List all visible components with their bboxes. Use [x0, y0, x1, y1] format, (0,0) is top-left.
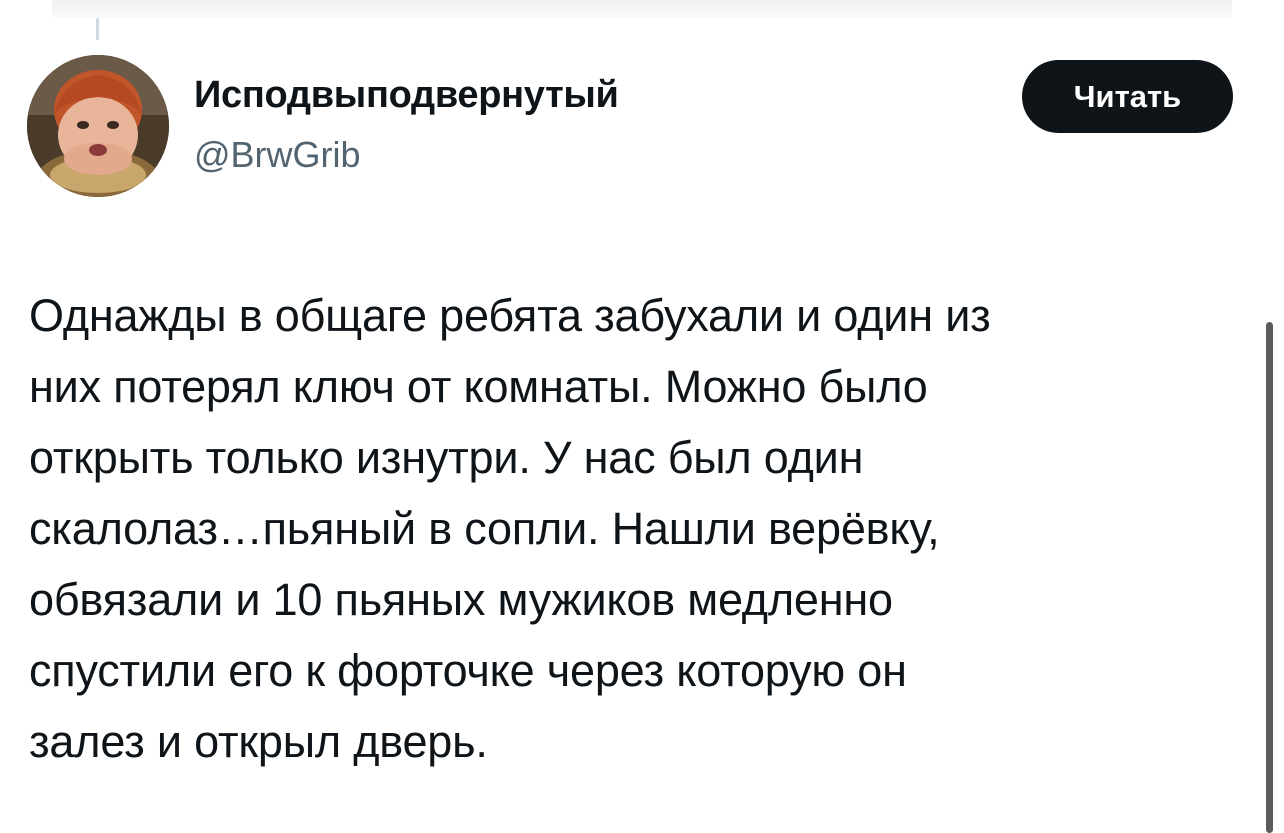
previous-tweet-edge — [52, 0, 1232, 18]
author-display-name[interactable]: Исподвыподвернутый — [194, 74, 619, 117]
avatar-image — [27, 55, 169, 197]
follow-button[interactable]: Читать — [1022, 60, 1233, 133]
thread-connector-line — [96, 18, 99, 40]
scrollbar[interactable] — [1266, 322, 1273, 833]
author-handle[interactable]: @BrwGrib — [194, 134, 361, 176]
tweet-text: Однажды в общаге ребята забухали и один … — [29, 290, 991, 767]
avatar[interactable] — [27, 55, 169, 197]
